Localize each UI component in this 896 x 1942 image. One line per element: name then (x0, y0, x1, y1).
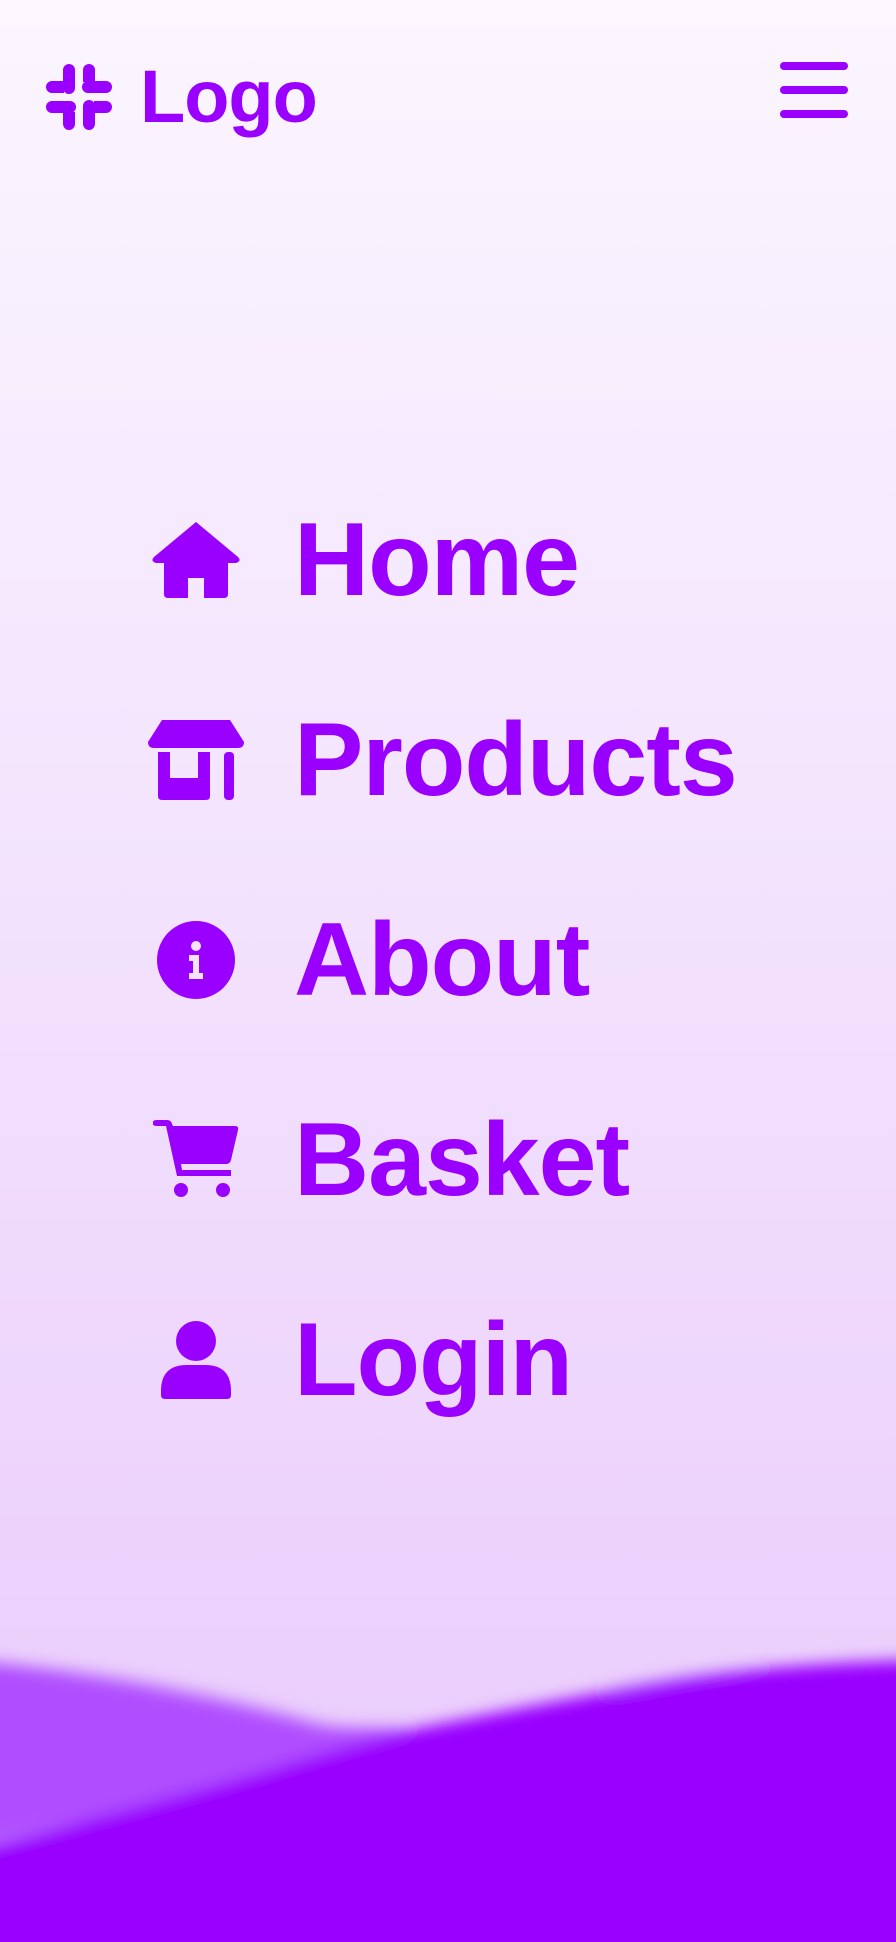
nav-item-label: Login (294, 1302, 573, 1418)
site-header: Logo (0, 0, 896, 200)
nav-item-label: Home (294, 502, 580, 618)
house-icon (148, 512, 244, 608)
store-icon (148, 712, 244, 808)
nav-item-login[interactable]: Login (148, 1300, 798, 1420)
hash-icon (46, 64, 112, 130)
nav-item-label: Basket (294, 1102, 630, 1218)
nav-item-about[interactable]: About (148, 900, 798, 1020)
decorative-waves (0, 1612, 896, 1942)
nav-item-home[interactable]: Home (148, 500, 798, 620)
nav-item-basket[interactable]: Basket (148, 1100, 798, 1220)
user-icon (148, 1312, 244, 1408)
menu-button[interactable] (780, 58, 848, 122)
cart-icon (148, 1112, 244, 1208)
logo-link[interactable]: Logo (46, 55, 318, 138)
hamburger-icon (780, 62, 848, 118)
logo-text: Logo (140, 55, 318, 138)
nav-item-label: About (294, 902, 590, 1018)
info-circle-icon (148, 912, 244, 1008)
nav-item-products[interactable]: Products (148, 700, 798, 820)
nav-item-label: Products (294, 702, 738, 818)
